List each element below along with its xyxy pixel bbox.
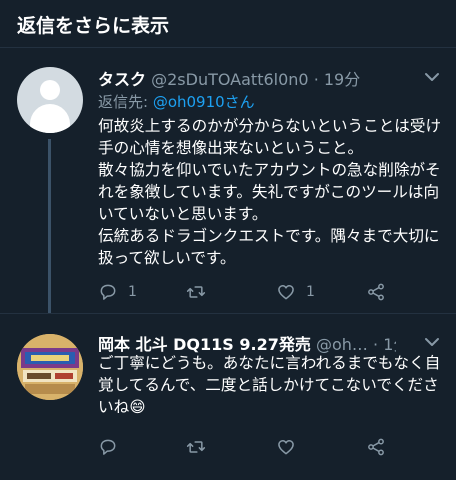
tweet-actions bbox=[98, 435, 428, 459]
tweet-time[interactable]: 19分 bbox=[324, 70, 360, 89]
avatar-body-shape bbox=[30, 104, 70, 133]
user-handle[interactable]: @2sDuTOAatt6l0n0 bbox=[151, 70, 308, 89]
thread-line bbox=[48, 139, 51, 313]
reply-button[interactable] bbox=[98, 435, 128, 459]
share-icon bbox=[368, 283, 384, 301]
game-cover-image bbox=[17, 334, 83, 400]
user-name[interactable]: タスク bbox=[98, 70, 146, 89]
page-title: 返信をさらに表示 bbox=[17, 15, 170, 37]
reply-count: 1 bbox=[128, 284, 137, 300]
retweet-button[interactable] bbox=[186, 435, 216, 459]
share-icon bbox=[368, 438, 384, 456]
like-button[interactable] bbox=[276, 435, 306, 459]
heart-icon bbox=[278, 285, 294, 300]
reply-to-mention[interactable]: @oh0910さん bbox=[153, 93, 255, 111]
tweet[interactable]: タスク @2sDuTOAatt6l0n0 · 19分 返信先: @oh0910さ… bbox=[0, 49, 456, 313]
heart-icon bbox=[278, 440, 294, 455]
share-button[interactable] bbox=[366, 435, 386, 459]
retweet-button[interactable] bbox=[186, 280, 216, 304]
like-button[interactable]: 1 bbox=[276, 280, 315, 304]
retweet-icon bbox=[186, 441, 206, 453]
reply-icon bbox=[100, 439, 116, 455]
avatar[interactable] bbox=[17, 67, 83, 133]
chevron-down-icon[interactable] bbox=[424, 336, 440, 348]
reply-to-line: 返信先: @oh0910さん bbox=[98, 91, 255, 112]
tweet-text: ご丁寧にどうも。あなたに言われるまでもなく自覚してるんで、二度と話しかけてこない… bbox=[98, 354, 441, 416]
avatar[interactable] bbox=[17, 334, 83, 400]
reply-to-label: 返信先: bbox=[98, 93, 153, 111]
reply-icon bbox=[100, 284, 116, 300]
header: 返信をさらに表示 bbox=[0, 0, 456, 48]
avatar-head-shape bbox=[40, 80, 60, 100]
separator-dot: · bbox=[313, 70, 319, 89]
share-button[interactable] bbox=[366, 280, 386, 304]
tweet-text: 何故炎上するのかが分からないということは受け手の心情を想像出来ないということ。 … bbox=[98, 117, 442, 267]
like-count: 1 bbox=[306, 284, 315, 300]
tweet-actions: 1 1 bbox=[98, 280, 428, 304]
retweet-icon bbox=[186, 286, 206, 298]
chevron-down-icon[interactable] bbox=[424, 71, 440, 83]
reply-button[interactable]: 1 bbox=[98, 280, 137, 304]
tweet-header: タスク @2sDuTOAatt6l0n0 · 19分 bbox=[98, 66, 436, 90]
tweet[interactable]: 岡本 北斗 DQ11S 9.27発売 @oh… · 1分 ご丁寧にどうも。あなた… bbox=[0, 313, 456, 480]
